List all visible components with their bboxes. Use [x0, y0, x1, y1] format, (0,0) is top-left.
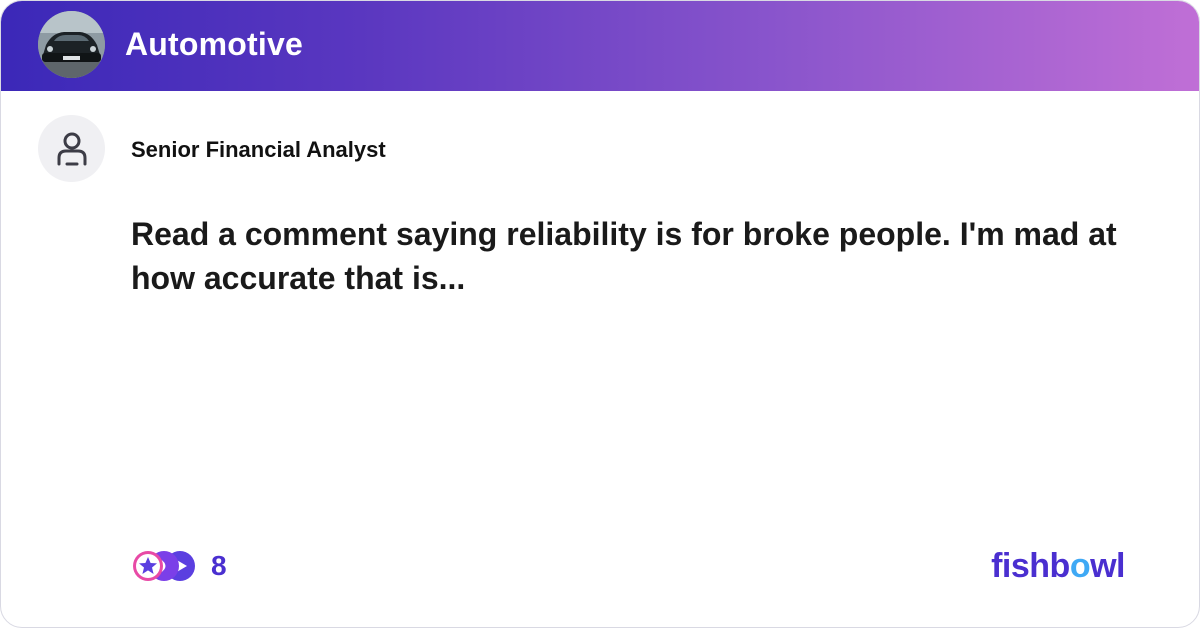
reactions[interactable]: 8 [131, 548, 227, 584]
logo-suffix: wl [1090, 547, 1125, 585]
reaction-icons [131, 549, 199, 583]
user-icon[interactable] [38, 115, 105, 182]
bowl-header[interactable]: Automotive [1, 1, 1199, 91]
logo-o: o [1069, 547, 1091, 585]
bowl-title[interactable]: Automotive [125, 23, 303, 65]
reaction-count: 8 [211, 550, 227, 581]
fishbowl-logo[interactable]: fishbowl [991, 544, 1125, 588]
post-text[interactable]: Read a comment saying reliability is for… [131, 212, 1141, 300]
car-photo-icon[interactable] [38, 11, 105, 78]
logo-prefix: fishb [991, 547, 1070, 585]
author-title: Senior Financial Analyst [131, 137, 386, 162]
post-card: Automotive Senior Financial Analyst Read… [0, 0, 1200, 628]
